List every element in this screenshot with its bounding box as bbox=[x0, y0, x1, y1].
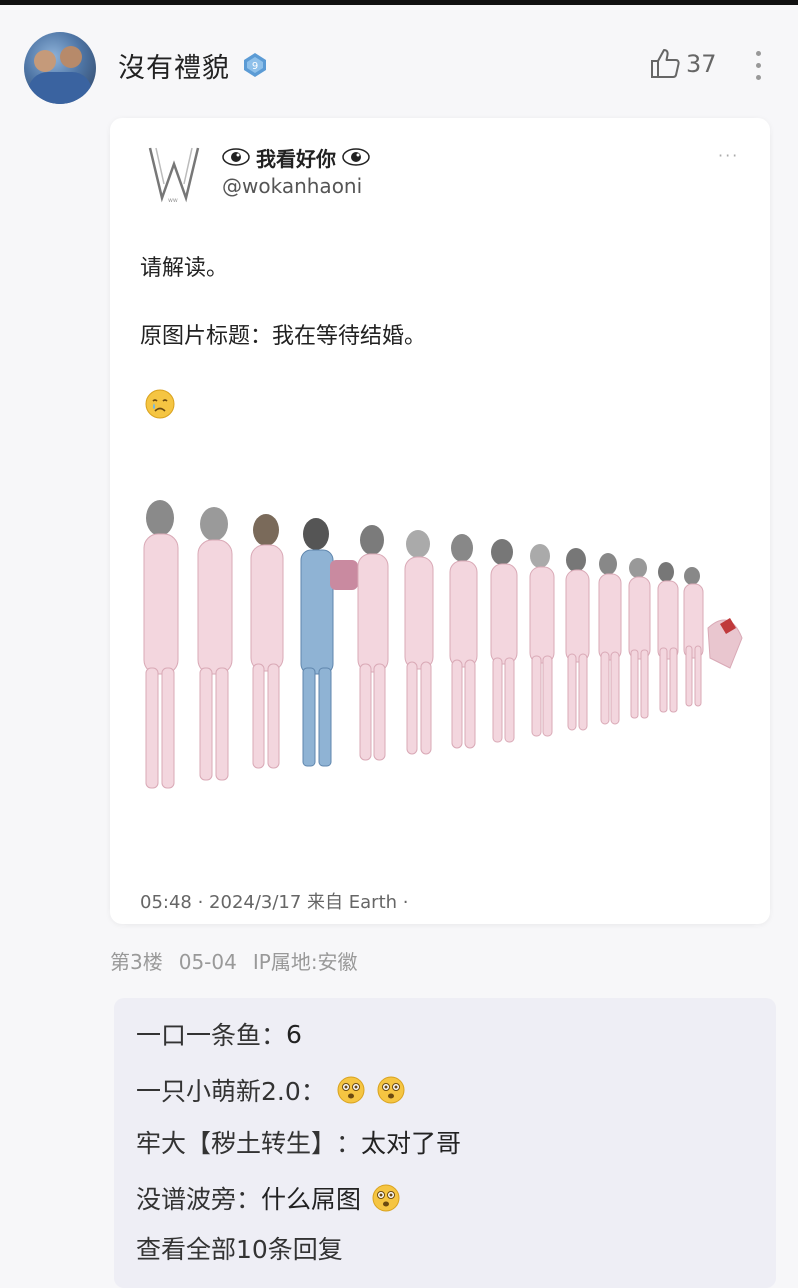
floor-meta: 第3楼 05-04 IP属地:安徽 bbox=[110, 946, 374, 975]
more-horizontal-icon[interactable]: ··· bbox=[718, 146, 739, 165]
tweet-text-line: 原图片标题：我在等待结婚。 bbox=[140, 324, 427, 349]
more-vertical-icon[interactable] bbox=[748, 46, 768, 86]
post-header: 沒有禮貌 9 37 bbox=[0, 26, 798, 106]
tweet-author-logo: ww bbox=[148, 147, 200, 204]
reply-item[interactable]: 牢大【秽土转生】：太对了哥 bbox=[136, 1122, 461, 1162]
reply-author[interactable]: 一只小萌新2.0 bbox=[136, 1072, 301, 1108]
replies-box: 一口一条鱼： 6 一只小萌新2.0： 牢大【秽土转生】：太对了哥 没谱波旁：什么屌… bbox=[114, 998, 776, 1288]
tweet-author-name[interactable]: 我看好你 bbox=[256, 143, 336, 172]
like-count: 37 bbox=[686, 50, 717, 78]
floor-number: 第3楼 bbox=[110, 950, 163, 974]
reply-author[interactable]: 一口一条鱼 bbox=[136, 1016, 261, 1052]
tweet-meta: 05:48 · 2024/3/17 来自 Earth · bbox=[140, 892, 409, 913]
reply-text: 太对了哥 bbox=[361, 1129, 462, 1158]
svg-text:9: 9 bbox=[252, 61, 258, 72]
flushed-face-emoji bbox=[337, 1076, 365, 1104]
quoted-tweet-card[interactable]: ww 我看好你 @wokanhaoni ··· 请解读。 原图片标题：我在等待结… bbox=[110, 118, 770, 924]
verified-badge-icon: 9 bbox=[244, 53, 266, 77]
ip-location: IP属地:安徽 bbox=[252, 950, 358, 974]
reply-item[interactable]: 一只小萌新2.0： bbox=[136, 1070, 406, 1110]
eye-icon bbox=[222, 148, 250, 166]
status-bar bbox=[0, 0, 798, 5]
reply-item[interactable]: 一口一条鱼： 6 bbox=[136, 1014, 302, 1054]
avatar[interactable] bbox=[24, 32, 96, 104]
reply-item[interactable]: 没谱波旁：什么屌图 bbox=[136, 1178, 401, 1218]
eye-icon bbox=[342, 148, 370, 166]
reply-text: 什么屌图 bbox=[261, 1185, 362, 1214]
flushed-face-emoji bbox=[372, 1184, 400, 1212]
thumbs-up-icon bbox=[651, 49, 680, 78]
tweet-handle[interactable]: @wokanhaoni bbox=[222, 174, 362, 198]
like-button[interactable]: 37 bbox=[648, 46, 728, 82]
tweet-illustration[interactable] bbox=[130, 478, 750, 818]
flushed-face-emoji bbox=[377, 1076, 405, 1104]
crying-face-emoji bbox=[145, 389, 175, 419]
svg-text:ww: ww bbox=[168, 197, 178, 204]
tweet-text-line: 请解读。 bbox=[140, 256, 229, 281]
view-all-replies-link[interactable]: 查看全部10条回复 bbox=[136, 1230, 343, 1266]
floor-date: 05-04 bbox=[178, 950, 237, 974]
tweet-author-row: 我看好你 bbox=[222, 140, 370, 174]
reply-author[interactable]: 牢大【秽土转生】 bbox=[136, 1124, 336, 1160]
reply-author[interactable]: 没谱波旁 bbox=[136, 1180, 236, 1216]
reply-text: 6 bbox=[286, 1019, 302, 1049]
username[interactable]: 沒有禮貌 bbox=[118, 46, 230, 85]
